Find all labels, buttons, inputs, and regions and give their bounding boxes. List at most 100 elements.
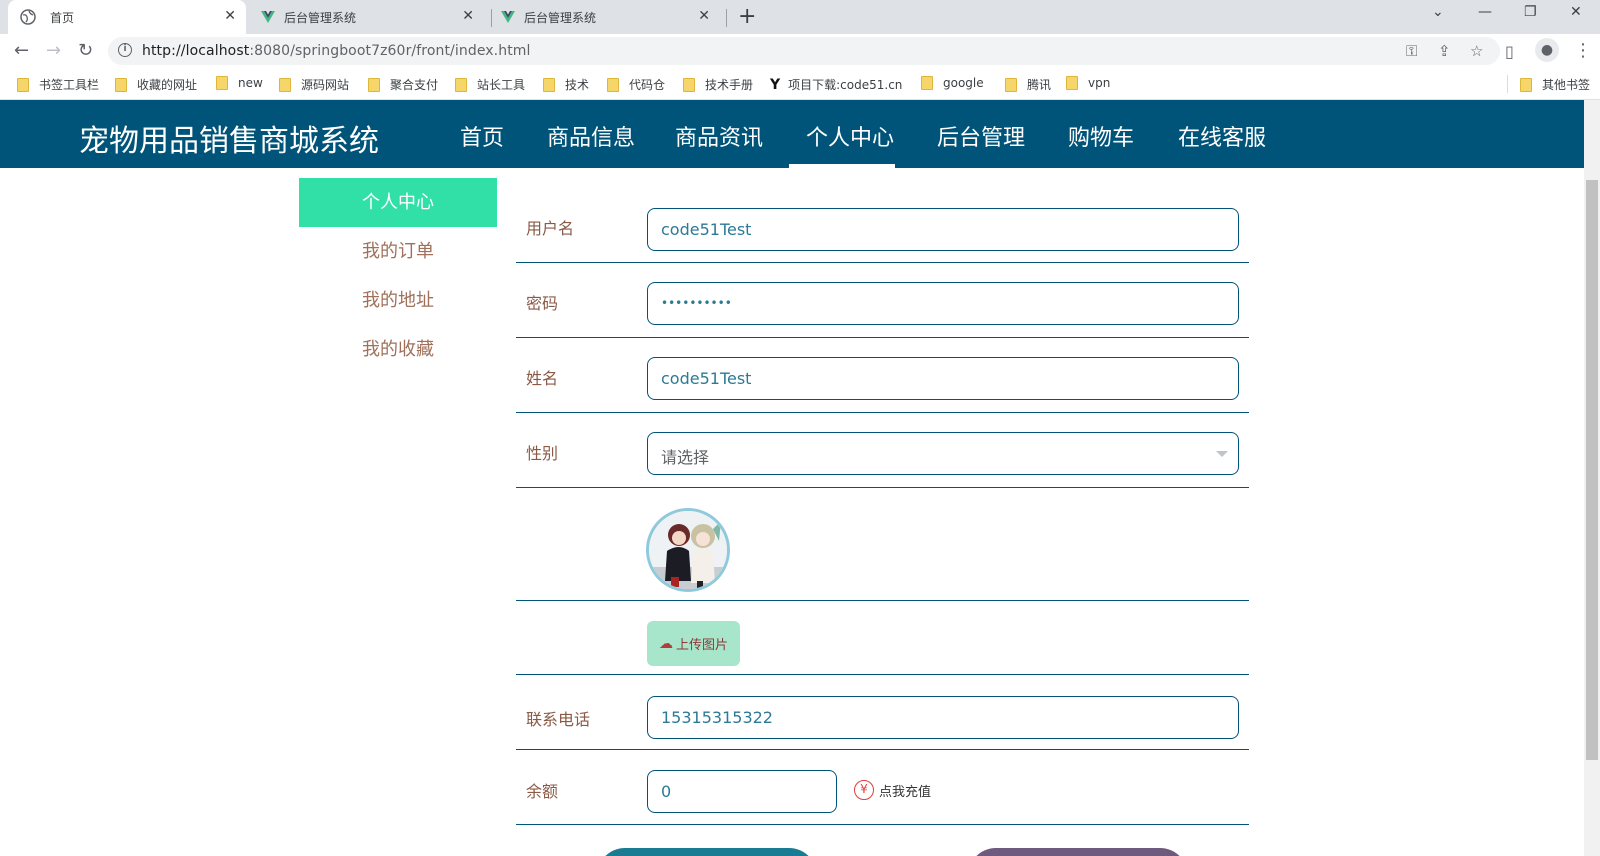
reload-icon[interactable]: ↻ (78, 40, 93, 61)
form-row-phone: 联系电话 15315315322 (516, 675, 1249, 750)
nav-news[interactable]: 商品资讯 (675, 120, 763, 152)
share-icon[interactable]: ⇪ (1438, 42, 1451, 60)
form-row-username: 用户名 code51Test (516, 188, 1249, 263)
recharge-link[interactable]: ¥ 点我充值 (854, 780, 931, 800)
side-item-orders[interactable]: 我的订单 (299, 227, 497, 276)
folder-icon (1066, 76, 1078, 90)
gender-select[interactable]: 请选择 (647, 432, 1239, 475)
side-menu: 个人中心 我的订单 我的地址 我的收藏 (299, 178, 497, 374)
scrollbar-thumb[interactable] (1586, 180, 1598, 760)
balance-field[interactable]: 0 (647, 770, 837, 813)
username-value: code51Test (661, 220, 752, 239)
folder-icon (1005, 77, 1017, 92)
tab-title: 首页 (50, 11, 75, 25)
balance-label: 余额 (526, 782, 559, 801)
gender-placeholder: 请选择 (661, 448, 710, 467)
profile-icon[interactable]: ● (1535, 38, 1559, 62)
bookmark-item[interactable]: 收藏的网址 (115, 76, 197, 93)
bookmark-item[interactable]: new (216, 76, 263, 90)
new-tab-button[interactable]: + (738, 4, 756, 29)
username-field[interactable]: code51Test (647, 208, 1239, 251)
nav-admin[interactable]: 后台管理 (937, 120, 1025, 152)
site-title: 宠物用品销售商城系统 (79, 124, 379, 159)
recharge-label: 点我充值 (879, 784, 932, 800)
name-value: code51Test (661, 369, 752, 388)
tab-admin-2[interactable]: 后台管理系统 ✕ (494, 0, 726, 34)
side-item-favorites[interactable]: 我的收藏 (299, 325, 497, 374)
upload-label: 上传图片 (675, 638, 728, 653)
nav-products[interactable]: 商品信息 (547, 120, 635, 152)
globe-icon (20, 9, 36, 25)
folder-icon (607, 77, 619, 92)
name-field[interactable]: code51Test (647, 357, 1239, 400)
upload-image-button[interactable]: ☁ 上传图片 (647, 621, 740, 666)
bookmark-item[interactable]: 书签工具栏 (17, 76, 99, 93)
phone-field[interactable]: 15315315322 (647, 696, 1239, 739)
bookmark-item[interactable]: 代码仓 (607, 76, 665, 93)
y-logo-icon: Y (770, 76, 781, 93)
nav-profile[interactable]: 个人中心 (806, 120, 894, 152)
tab-home[interactable]: 首页 ✕ (8, 0, 246, 34)
bookmark-item[interactable]: 技术手册 (683, 76, 753, 93)
star-icon[interactable]: ☆ (1470, 42, 1483, 60)
bookmark-item[interactable]: 站长工具 (455, 76, 525, 93)
key-icon[interactable]: ⚿ (1406, 42, 1417, 60)
form-row-balance: 余额 0 ¥ 点我充值 (516, 750, 1249, 825)
password-field[interactable]: •••••••••• (647, 282, 1239, 325)
tab-separator (491, 9, 492, 27)
side-item-address[interactable]: 我的地址 (299, 276, 497, 325)
page-scrollbar[interactable] (1584, 100, 1600, 856)
nav-active-indicator (789, 164, 895, 168)
site-header: 宠物用品销售商城系统 首页 商品信息 商品资讯 个人中心 后台管理 购物车 在线… (0, 100, 1584, 168)
close-icon[interactable]: ✕ (462, 8, 474, 24)
form-row-password: 密码 •••••••••• (516, 263, 1249, 338)
nav-home[interactable]: 首页 (460, 120, 504, 152)
restore-icon[interactable]: ❐ (1524, 4, 1537, 20)
bookmark-divider (1507, 75, 1508, 93)
minimize-icon[interactable]: — (1478, 4, 1492, 20)
name-label: 姓名 (526, 369, 559, 388)
bookmark-item[interactable]: 源码网站 (279, 76, 349, 93)
nav-cart[interactable]: 购物车 (1068, 120, 1134, 152)
folder-icon (1520, 77, 1532, 92)
bookmark-item[interactable]: 技术 (543, 76, 589, 93)
folder-icon (115, 77, 127, 92)
close-icon[interactable]: ✕ (224, 8, 236, 24)
submit-button[interactable] (597, 848, 817, 856)
close-window-icon[interactable]: ✕ (1570, 4, 1582, 20)
info-icon[interactable]: i (118, 43, 132, 57)
kebab-menu-icon[interactable]: ⋮ (1574, 40, 1592, 61)
bookmark-item[interactable]: 聚合支付 (368, 76, 438, 93)
other-bookmarks[interactable]: 其他书签 (1520, 76, 1590, 93)
vue-logo-icon (501, 11, 515, 23)
bookmark-item[interactable]: 腾讯 (1005, 76, 1051, 93)
side-item-profile[interactable]: 个人中心 (299, 178, 497, 227)
tab-search-icon[interactable]: ⌄ (1432, 4, 1444, 20)
forward-arrow-icon[interactable]: → (46, 40, 61, 61)
cloud-upload-icon: ☁ (658, 635, 673, 652)
username-label: 用户名 (526, 219, 575, 238)
password-label: 密码 (526, 294, 559, 313)
tab-admin-1[interactable]: 后台管理系统 ✕ (246, 0, 484, 34)
browser-tab-strip: 首页 ✕ 后台管理系统 ✕ 后台管理系统 ✕ + ⌄ — ❐ ✕ (0, 0, 1600, 34)
phone-label: 联系电话 (526, 710, 591, 729)
side-panel-icon[interactable]: ▯ (1505, 42, 1514, 61)
form-row-name: 姓名 code51Test (516, 338, 1249, 413)
web-page: 宠物用品销售商城系统 首页 商品信息 商品资讯 个人中心 后台管理 购物车 在线… (0, 100, 1584, 856)
folder-icon (921, 76, 933, 90)
balance-value: 0 (661, 782, 672, 801)
tab-title: 后台管理系统 (524, 11, 597, 25)
tab-separator (726, 9, 727, 27)
address-bar[interactable]: i http://localhost:8080/springboot7z60r/… (108, 37, 1500, 65)
back-arrow-icon[interactable]: ← (14, 40, 29, 61)
bookmark-item[interactable]: Y 项目下载:code51.cn (770, 76, 902, 93)
nav-support[interactable]: 在线客服 (1178, 120, 1266, 152)
yen-icon: ¥ (854, 780, 874, 800)
bookmark-item[interactable]: google (921, 76, 984, 90)
folder-icon (455, 77, 467, 92)
folder-icon (683, 77, 695, 92)
close-icon[interactable]: ✕ (698, 8, 710, 24)
avatar-illustration (649, 511, 727, 589)
bookmark-item[interactable]: vpn (1066, 76, 1110, 90)
logout-button[interactable] (968, 848, 1188, 856)
